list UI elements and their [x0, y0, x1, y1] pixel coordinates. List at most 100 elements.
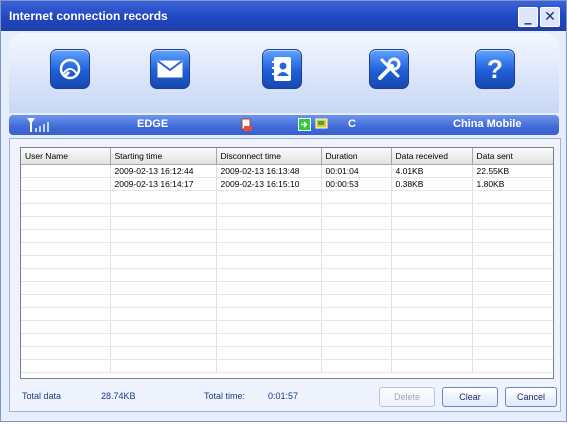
column-header-user-name[interactable]: User Name: [21, 148, 111, 165]
table-row[interactable]: 2009-02-13 16:14:17 2009-02-13 16:15:10 00…: [21, 177, 553, 191]
cell-data-sent: [472, 229, 553, 243]
cell-data-sent: [472, 268, 553, 282]
clear-button[interactable]: Clear: [442, 387, 498, 407]
cell-starting-time: [110, 190, 217, 204]
cell-data-sent: 1.80KB: [472, 177, 553, 191]
column-header-duration[interactable]: Duration: [321, 148, 392, 165]
cell-duration: [321, 307, 392, 321]
table-row[interactable]: [21, 320, 553, 334]
cell-disconnect-time: [216, 359, 322, 373]
cell-duration: [321, 203, 392, 217]
signal-strength-icon: [27, 118, 49, 132]
cell-data-received: [391, 255, 473, 269]
cell-user-name: [21, 359, 111, 373]
cell-data-received: [391, 190, 473, 204]
table-row[interactable]: [21, 229, 553, 243]
table-row[interactable]: [21, 294, 553, 308]
cell-data-received: [391, 268, 473, 282]
cell-data-sent: [472, 294, 553, 308]
cell-starting-time: [110, 307, 217, 321]
cell-user-name: [21, 190, 111, 204]
records-table[interactable]: User Name Starting time Disconnect time …: [20, 147, 554, 379]
table-row[interactable]: [21, 268, 553, 282]
cell-user-name: [21, 216, 111, 230]
cell-duration: [321, 242, 392, 256]
column-header-data-received[interactable]: Data received: [391, 148, 473, 165]
cell-user-name: [21, 268, 111, 282]
window-title: Internet connection records: [9, 9, 168, 23]
table-row[interactable]: [21, 359, 553, 373]
cell-user-name: [21, 255, 111, 269]
cell-disconnect-time: [216, 294, 322, 308]
cell-duration: [321, 190, 392, 204]
settings-button[interactable]: [369, 49, 409, 89]
total-time-value: 0:01:57: [268, 391, 299, 401]
table-row[interactable]: [21, 333, 553, 347]
cell-user-name: [21, 346, 111, 360]
table-row[interactable]: [21, 281, 553, 295]
cell-data-sent: [472, 320, 553, 334]
cell-starting-time: [110, 203, 217, 217]
toolbar: ?: [9, 33, 559, 113]
table-row[interactable]: 2009-02-13 16:12:44 2009-02-13 16:13:48 00…: [21, 164, 553, 178]
total-time-label: Total time:: [204, 391, 246, 401]
minimize-button[interactable]: _: [518, 7, 538, 27]
cell-user-name: [21, 294, 111, 308]
cell-starting-time: [110, 346, 217, 360]
cell-user-name: [21, 242, 111, 256]
cell-disconnect-time: [216, 229, 322, 243]
table-row[interactable]: [21, 190, 553, 204]
cell-data-sent: 22.55KB: [472, 164, 553, 178]
contacts-button[interactable]: [262, 49, 302, 89]
network-type: EDGE: [137, 118, 169, 130]
table-body: 2009-02-13 16:12:44 2009-02-13 16:13:48 00…: [21, 164, 553, 373]
close-button[interactable]: ✕: [540, 7, 560, 27]
table-row[interactable]: [21, 346, 553, 360]
cell-data-received: [391, 281, 473, 295]
cell-disconnect-time: [216, 333, 322, 347]
cell-starting-time: [110, 359, 217, 373]
table-row[interactable]: [21, 255, 553, 269]
cell-data-received: [391, 294, 473, 308]
cell-data-sent: [472, 203, 553, 217]
cell-duration: [321, 255, 392, 269]
records-panel: User Name Starting time Disconnect time …: [9, 138, 561, 412]
cell-starting-time: [110, 216, 217, 230]
cell-duration: [321, 320, 392, 334]
table-row[interactable]: [21, 203, 553, 217]
cell-user-name: [21, 307, 111, 321]
cell-data-received: [391, 346, 473, 360]
messages-button[interactable]: [150, 49, 190, 89]
cell-data-received: [391, 307, 473, 321]
column-header-disconnect-time[interactable]: Disconnect time: [216, 148, 322, 165]
cell-starting-time: [110, 294, 217, 308]
total-data-value: 28.74KB: [101, 391, 136, 401]
cell-disconnect-time: 2009-02-13 16:15:10: [216, 177, 322, 191]
column-header-data-sent[interactable]: Data sent: [472, 148, 553, 165]
cell-user-name: [21, 281, 111, 295]
delete-button[interactable]: Delete: [379, 387, 435, 407]
cell-data-received: [391, 216, 473, 230]
connect-button[interactable]: [50, 49, 90, 89]
cell-duration: 00:01:04: [321, 164, 392, 178]
cell-disconnect-time: [216, 268, 322, 282]
cell-duration: [321, 359, 392, 373]
cell-user-name: [21, 320, 111, 334]
cell-starting-time: 2009-02-13 16:12:44: [110, 164, 217, 178]
column-header-starting-time[interactable]: Starting time: [110, 148, 217, 165]
help-icon: ?: [487, 54, 503, 84]
tools-icon: [378, 57, 401, 80]
address-book-icon: [272, 57, 291, 81]
help-button[interactable]: ?: [475, 49, 515, 89]
title-bar[interactable]: Internet connection records _ ✕: [1, 1, 566, 31]
table-row[interactable]: [21, 307, 553, 321]
cancel-button[interactable]: Cancel: [505, 387, 557, 407]
cell-disconnect-time: [216, 190, 322, 204]
cell-disconnect-time: [216, 346, 322, 360]
cell-data-received: 4.01KB: [391, 164, 473, 178]
table-row[interactable]: [21, 242, 553, 256]
cell-data-received: [391, 320, 473, 334]
cell-disconnect-time: 2009-02-13 16:13:48: [216, 164, 322, 178]
cell-starting-time: [110, 268, 217, 282]
table-row[interactable]: [21, 216, 553, 230]
